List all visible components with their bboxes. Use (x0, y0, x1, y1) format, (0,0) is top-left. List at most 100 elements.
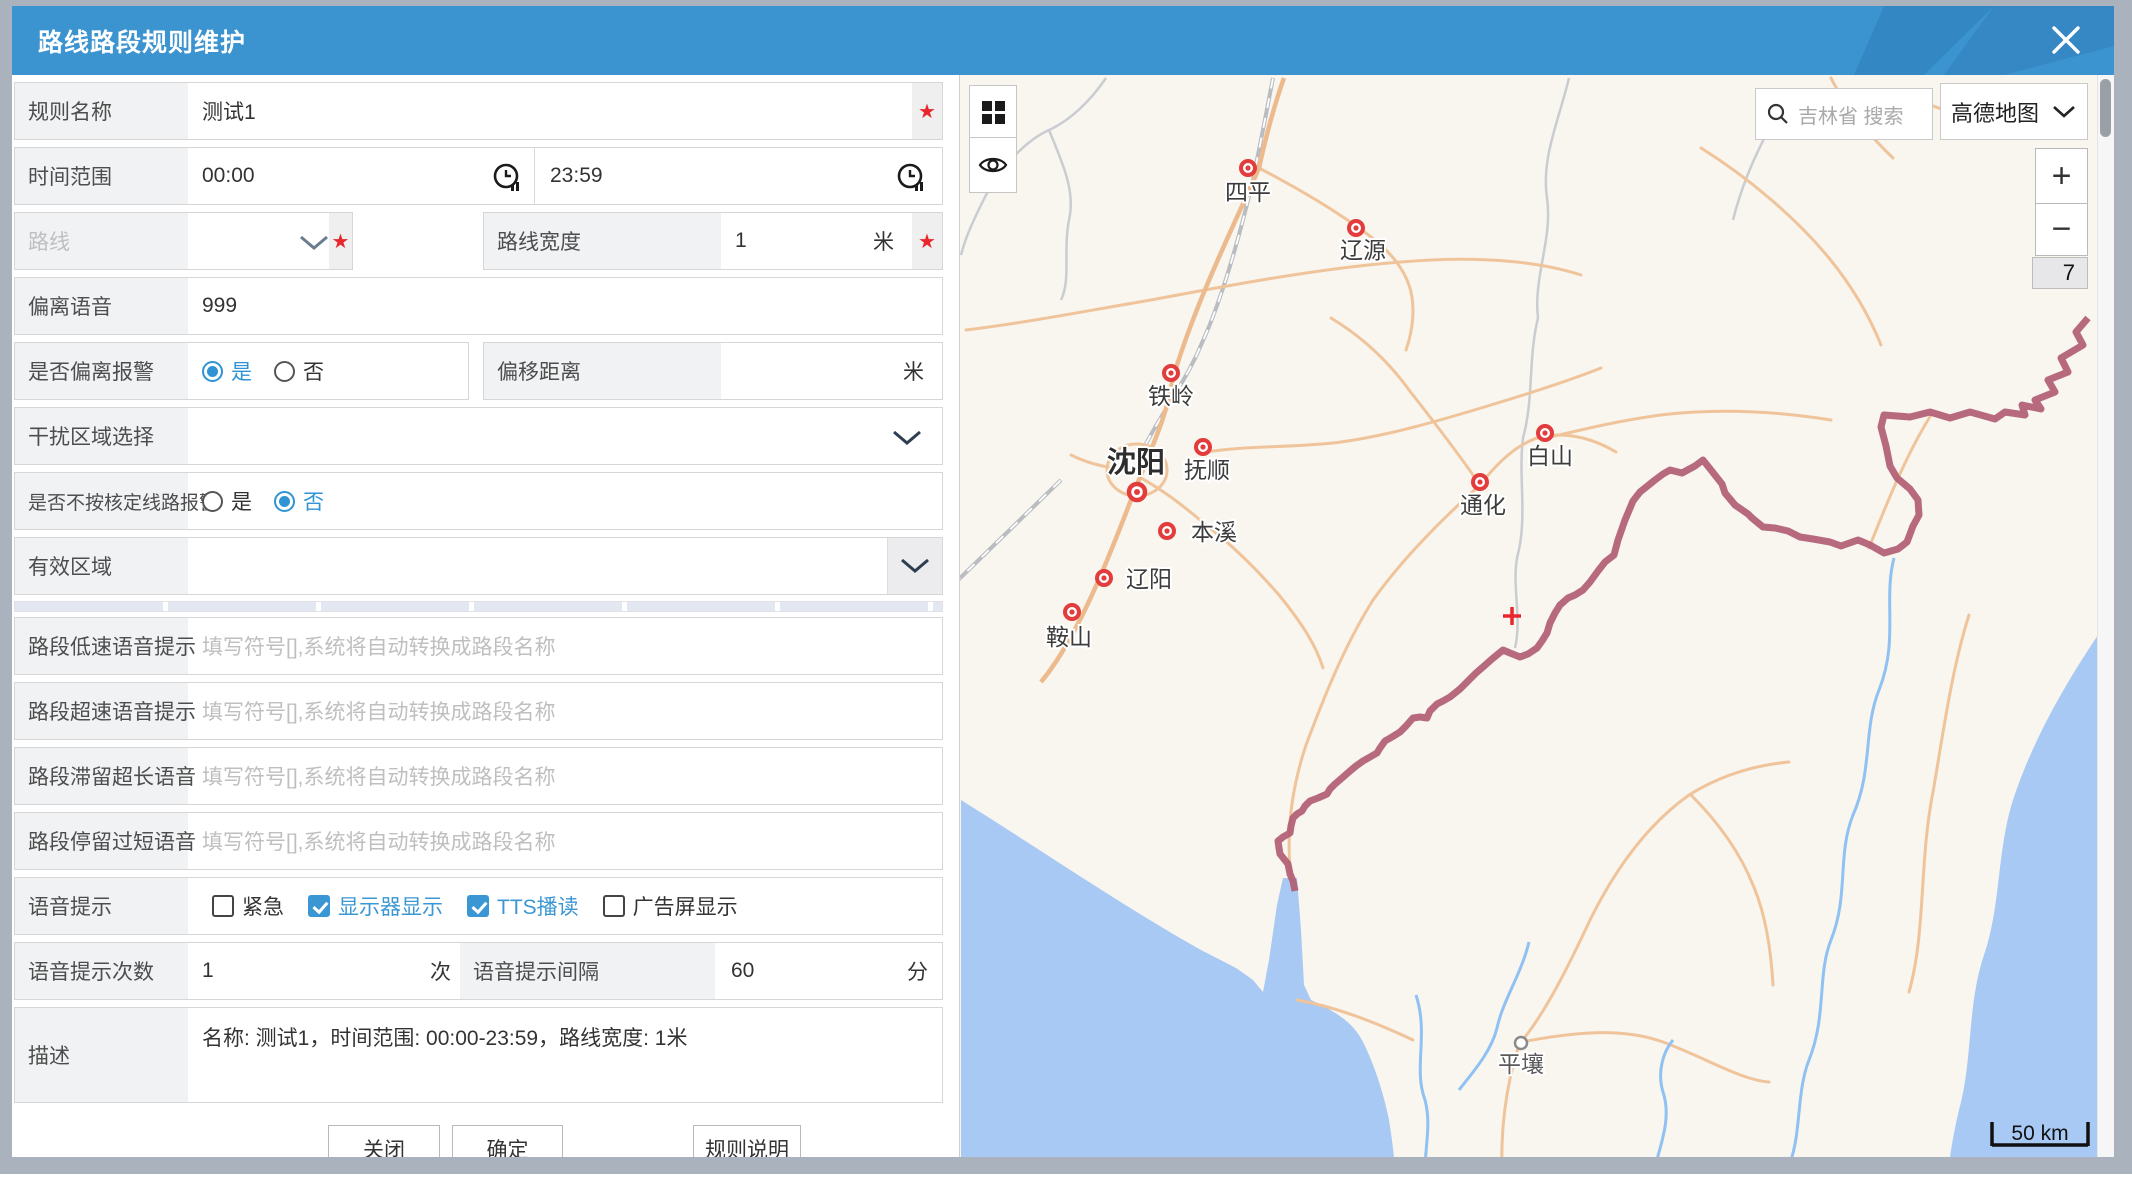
voice-interval-input[interactable]: 60 (715, 943, 875, 999)
chevron-down-icon[interactable] (297, 233, 331, 253)
time-end-input[interactable]: 23:59 (534, 148, 880, 204)
checkbox-label: 广告屏显示 (633, 891, 738, 921)
radio-offroute-yes[interactable]: 是 (202, 486, 252, 516)
city-label: 本溪 (1191, 519, 1237, 545)
checkbox-tts[interactable]: TTS播读 (467, 891, 579, 921)
route-width-unit: 米 (873, 213, 894, 269)
valid-area-row[interactable]: 有效区域 (14, 537, 943, 595)
clock-icon[interactable] (895, 161, 929, 195)
search-icon (1766, 102, 1790, 126)
interference-area-row[interactable]: 干扰区域选择 (14, 407, 943, 465)
vertical-scrollbar[interactable] (2097, 75, 2114, 1157)
checkbox-label: 显示器显示 (338, 891, 443, 921)
close-icon[interactable] (2046, 20, 2086, 60)
interference-area-label: 干扰区域选择 (15, 408, 188, 464)
zoom-in-button[interactable]: + (2035, 148, 2088, 204)
city-label: 辽源 (1340, 237, 1386, 263)
radio-label: 是 (231, 486, 252, 516)
radio-dot-icon (202, 491, 223, 512)
radio-label: 是 (231, 356, 252, 386)
chevron-down-icon (2051, 104, 2077, 120)
city-label-capital: 沈阳 (1107, 446, 1165, 479)
offset-distance-input[interactable] (721, 343, 882, 399)
zoom-out-button[interactable]: − (2035, 203, 2088, 256)
scrollbar-thumb[interactable] (2100, 79, 2111, 137)
window-frame (0, 1157, 2132, 1174)
deviation-voice-label: 偏离语音 (15, 278, 188, 334)
required-star-icon: ★ (918, 99, 936, 124)
description-label: 描述 (15, 1008, 188, 1102)
time-range-row: 时间范围 00:00 23:59 (14, 147, 943, 205)
seg-stay-short-label: 路段停留过短语音 (15, 813, 188, 869)
required-cell: ★ (912, 213, 942, 269)
route-select-placeholder[interactable]: 路线 (15, 213, 188, 269)
rule-name-input[interactable]: 测试1 (188, 83, 912, 139)
city-label: 通化 (1460, 492, 1506, 518)
checkbox-monitor-display[interactable]: 显示器显示 (308, 891, 443, 921)
seg-stay-short-input[interactable]: 填写符号[],系统将自动转换成路段名称 (188, 813, 942, 869)
radio-deviation-no[interactable]: 否 (274, 356, 324, 386)
eye-icon (978, 154, 1008, 176)
deviation-voice-input[interactable]: 999 (188, 278, 942, 334)
offset-distance-unit: 米 (903, 343, 924, 399)
seg-low-speed-label: 路段低速语音提示 (15, 618, 188, 674)
window-frame (0, 0, 12, 1174)
zoom-in-label: + (2052, 157, 2072, 196)
valid-area-dropdown-button[interactable] (887, 538, 942, 594)
clock-icon[interactable] (491, 161, 525, 195)
checkbox-label: 紧急 (242, 891, 284, 921)
zoom-level-badge: 7 (2032, 257, 2088, 289)
description-row: 描述 名称: 测试1，时间范围: 00:00-23:59，路线宽度: 1米 (14, 1007, 943, 1103)
time-start-input[interactable]: 00:00 (188, 148, 534, 204)
radio-dot-icon (202, 361, 223, 382)
route-width-row: 路线宽度 1 米 ★ (483, 212, 943, 270)
map-canvas[interactable]: 四平 辽源 铁岭 沈阳 抚顺 白山 通化 本溪 辽阳 鞍山 平壤 50 km (959, 75, 2097, 1157)
seg-stay-long-label: 路段滞留超长语音 (15, 748, 188, 804)
deviation-voice-row: 偏离语音 999 (14, 277, 943, 335)
horizontal-resize-strip[interactable] (14, 601, 943, 612)
required-cell: ★ (329, 213, 352, 269)
radio-label: 否 (303, 356, 324, 386)
map-visibility-button[interactable] (969, 137, 1017, 193)
offset-distance-row: 偏移距离 米 (483, 342, 943, 400)
route-width-input[interactable]: 1 (721, 213, 881, 269)
dialog-title: 路线路段规则维护 (38, 23, 246, 59)
city-label: 抚顺 (1184, 457, 1230, 483)
voice-times-unit: 次 (430, 943, 451, 999)
voice-prompt-label: 语音提示 (15, 878, 188, 934)
map-search-box[interactable]: 吉林省 搜索 (1755, 88, 1933, 140)
radio-deviation-yes[interactable]: 是 (202, 356, 252, 386)
city-label: 辽阳 (1126, 566, 1172, 592)
radio-offroute-no[interactable]: 否 (274, 486, 324, 516)
required-star-icon: ★ (918, 229, 936, 254)
screen: 四平 辽源 铁岭 沈阳 抚顺 白山 通化 本溪 辽阳 鞍山 平壤 50 km (0, 0, 2132, 1183)
seg-over-speed-row: 路段超速语音提示 填写符号[],系统将自动转换成路段名称 (14, 682, 943, 740)
radio-dot-icon (274, 361, 295, 382)
time-range-label: 时间范围 (15, 148, 188, 204)
seg-stay-long-row: 路段滞留超长语音 填写符号[],系统将自动转换成路段名称 (14, 747, 943, 805)
valid-area-label: 有效区域 (15, 538, 188, 594)
rule-name-row: 规则名称 测试1 ★ (14, 82, 943, 140)
checkbox-urgent[interactable]: 紧急 (212, 891, 284, 921)
checkbox-ad-screen[interactable]: 广告屏显示 (603, 891, 738, 921)
seg-stay-long-input[interactable]: 填写符号[],系统将自动转换成路段名称 (188, 748, 942, 804)
maptype-select[interactable]: 高德地图 (1940, 83, 2088, 140)
chevron-down-icon (898, 556, 932, 576)
chevron-down-icon[interactable] (890, 428, 924, 448)
voice-times-input[interactable]: 1 (188, 943, 388, 999)
seg-over-speed-input[interactable]: 填写符号[],系统将自动转换成路段名称 (188, 683, 942, 739)
off-route-alarm-row: 是否不按核定线路报警 是 否 (14, 472, 943, 530)
map-layers-button[interactable] (969, 85, 1017, 138)
voice-times-label: 语音提示次数 (15, 943, 188, 999)
required-cell: ★ (912, 83, 942, 139)
deviation-alarm-row: 是否偏离报警 是 否 (14, 342, 469, 400)
zoom-level-value: 7 (2063, 260, 2075, 286)
window-frame (2114, 0, 2132, 1174)
city-label: 白山 (1527, 443, 1573, 469)
checkbox-icon (212, 895, 234, 917)
radio-label: 否 (303, 486, 324, 516)
checkbox-checked-icon (308, 895, 330, 917)
maptype-label: 高德地图 (1951, 96, 2039, 128)
seg-low-speed-input[interactable]: 填写符号[],系统将自动转换成路段名称 (188, 618, 942, 674)
city-label: 鞍山 (1046, 624, 1092, 650)
